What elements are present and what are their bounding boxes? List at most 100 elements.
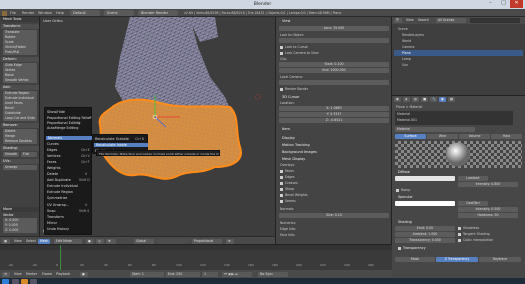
editor-type-icon[interactable]: ▣ [2, 238, 10, 244]
timeline-view-menu[interactable]: View [12, 272, 24, 277]
render-engine-select[interactable]: Blender Render [138, 10, 178, 16]
taskbar-app-2-icon[interactable] [30, 278, 37, 284]
hardness-field[interactable]: Hardness: 50 [458, 213, 518, 218]
wire-tab[interactable]: Wire [427, 134, 458, 139]
timeline-editor-icon[interactable]: ◔ [2, 271, 10, 277]
bevel-button[interactable]: Bevel [3, 106, 37, 111]
surface-tab[interactable]: Surface [395, 134, 426, 139]
recalculate-inside-item[interactable]: Recalculate Inside [94, 143, 148, 147]
menu-item-snap[interactable]: Snap [47, 209, 56, 213]
pivot-icon[interactable]: ◎ [96, 238, 104, 244]
mode-select[interactable]: Edit Mode [54, 238, 82, 244]
normal-size-field[interactable]: Size: 0.10 [279, 213, 389, 218]
menu-item-vertices[interactable]: Vertices [47, 154, 61, 158]
diffuse-ramp-check[interactable]: Ramp [396, 188, 410, 192]
cursor-z-field[interactable]: Z: -0.6521 [279, 118, 389, 123]
menu-item-show-hide[interactable]: Show/Hide [47, 110, 65, 114]
menu-window[interactable]: Window [38, 11, 52, 15]
cubic-check[interactable]: Cubic Interpolation [458, 238, 493, 242]
shadeless-check[interactable]: Shadeless [458, 226, 479, 230]
scale-button[interactable]: Scale [3, 40, 37, 45]
menu-item-symmetrize[interactable]: Symmetrize [47, 196, 67, 200]
smooth-button[interactable]: Smooth [3, 152, 19, 157]
unwrap-button[interactable]: Unwrap [3, 165, 37, 170]
orientation-select[interactable]: Global [134, 238, 154, 244]
bg-images-header[interactable]: Background Images [278, 150, 390, 155]
view-panel-header[interactable]: View [278, 19, 390, 24]
edges-check[interactable]: Edges [280, 175, 295, 179]
diffuse-shader-select[interactable]: Lambert [458, 176, 488, 181]
texture-tab-icon[interactable]: ▦ [448, 97, 455, 102]
menu-item-extrude-region[interactable]: Extrude Region [47, 190, 73, 194]
loop-cut-button[interactable]: Loop Cut and Slide [3, 116, 37, 121]
menu-item-automerge[interactable]: AutoMerge Editing [47, 126, 78, 130]
item-panel-header[interactable]: Item [278, 127, 390, 132]
menu-item-normals[interactable]: Normals [46, 136, 92, 140]
snap-icon[interactable]: ⊕ [226, 238, 234, 244]
display-panel-header[interactable]: Display [278, 136, 390, 141]
world-tab-icon[interactable]: ◍ [412, 97, 419, 102]
translate-button[interactable]: Translate [3, 30, 37, 35]
transparency-header[interactable]: Transparency [394, 246, 523, 251]
vector-y-field[interactable]: Y: 0.000 [3, 223, 37, 228]
material-name-field[interactable]: Material [395, 127, 475, 132]
menu-item-extrude-individual[interactable]: Extrude Individual [47, 184, 78, 188]
timeline-frame-menu[interactable]: Frame [40, 272, 54, 277]
extrude-individual-button[interactable]: Extrude Individual [3, 96, 37, 101]
display-mode-select[interactable]: All Scenes [436, 18, 466, 23]
recalculate-outside-item[interactable]: Recalculate Outside [95, 137, 129, 141]
maximize-button[interactable]: □ [497, 0, 510, 8]
specular-header[interactable]: Specular [394, 195, 523, 200]
translucency-field[interactable]: Translucency: 0.000 [395, 238, 455, 243]
shading-icon[interactable]: ● [86, 238, 94, 244]
creases-check[interactable]: Creases [280, 181, 298, 185]
volume-tab[interactable]: Volume [459, 134, 490, 139]
outliner-search-input[interactable] [470, 18, 520, 23]
menu-item-delete[interactable]: Delete [47, 172, 58, 176]
sharp-check[interactable]: Sharp [280, 187, 294, 191]
outliner-item-sun[interactable]: Sun [402, 63, 408, 67]
taskbar-app-1-icon[interactable] [12, 278, 19, 284]
outliner-search-menu[interactable]: Search [416, 18, 431, 23]
menu-file[interactable]: File [10, 11, 16, 15]
timeline[interactable]: -40 -20 0 20 40 60 80 100 120 140 160 180 200 220 240 2… [0, 244, 392, 271]
record-icon[interactable]: ● [80, 271, 88, 277]
material-slot-1[interactable]: Material.001 [397, 118, 417, 122]
smooth-vertex-button[interactable]: Smooth Vertex [3, 78, 37, 83]
current-frame-field[interactable]: 1 [202, 271, 218, 277]
noise-button[interactable]: Noise [3, 73, 37, 78]
end-frame-field[interactable]: End: 250 [166, 271, 200, 277]
menu-item-faces[interactable]: Faces [47, 160, 56, 164]
render-tab-icon[interactable]: ◉ [394, 97, 401, 102]
material-tab-icon[interactable]: ● [439, 97, 446, 102]
ambient-field[interactable]: Ambient: 1.000 [395, 232, 455, 237]
lock-camera-check[interactable]: Lock Camera to View [280, 51, 319, 55]
vertex-button[interactable]: Vertex [3, 68, 37, 73]
spec-intensity-field[interactable]: Intensity: 0.500 [458, 207, 518, 212]
timeline-marker-menu[interactable]: Marker [24, 272, 39, 277]
menu-item-prop-falloff[interactable]: Proportional Editing Falloff [47, 116, 92, 120]
menu-item-mirror[interactable]: Mirror [47, 221, 57, 225]
view-menu[interactable]: View [12, 239, 24, 244]
menu-item-transform[interactable]: Transform [47, 215, 64, 219]
timeline-playback-menu[interactable]: Playback [54, 272, 72, 277]
outliner-item-plane[interactable]: Plane [402, 51, 411, 55]
subdivide-button[interactable]: Subdivide [3, 111, 37, 116]
lock-object-field[interactable] [279, 38, 389, 43]
push-pull-button[interactable]: Push/Pull [3, 50, 37, 55]
clip-start-field[interactable]: Start: 0.100 [279, 62, 389, 67]
close-button[interactable]: ✕ [510, 0, 523, 8]
scene-select[interactable]: Scene [104, 10, 134, 16]
shrink-fatten-button[interactable]: Shrink/Fatten [3, 45, 37, 50]
minimize-button[interactable]: – [484, 0, 497, 8]
cursor-x-field[interactable]: X: 1.0663 [279, 106, 389, 111]
extrude-region-button[interactable]: Extrude Region [3, 91, 37, 96]
mask-button[interactable]: Mask [395, 257, 435, 262]
diffuse-header[interactable]: Diffuse [394, 170, 523, 175]
current-frame-line[interactable] [60, 245, 61, 271]
mesh-display-header[interactable]: Mesh Display [278, 157, 390, 162]
cursor-panel-header[interactable]: 3D Cursor [278, 95, 390, 100]
remove-doubles-button[interactable]: Remove Doubles [3, 139, 37, 144]
raytrace-button[interactable]: Raytrace [479, 257, 521, 262]
menu-item-edges[interactable]: Edges [47, 148, 57, 152]
